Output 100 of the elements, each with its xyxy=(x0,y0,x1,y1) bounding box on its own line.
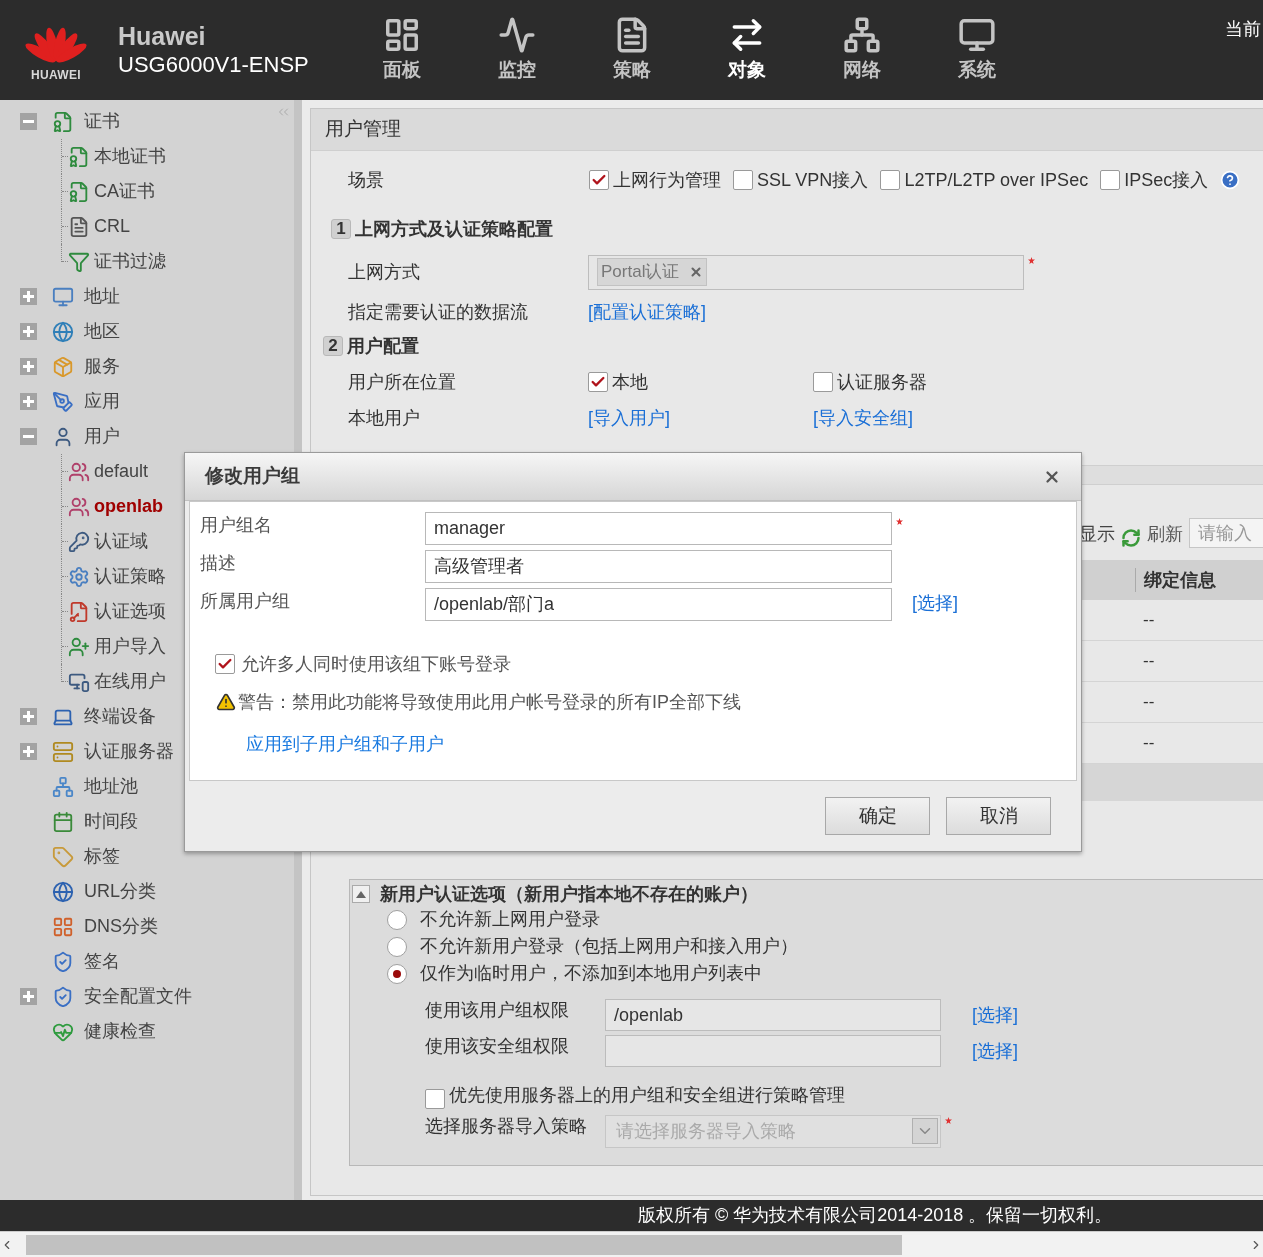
sidebar-item[interactable]: 证书过滤 xyxy=(94,248,166,275)
sidebar-item[interactable]: default xyxy=(94,458,149,485)
certificate-icon xyxy=(52,110,74,133)
checkbox[interactable] xyxy=(588,372,608,392)
expand-icon[interactable] xyxy=(20,988,37,1005)
key-icon xyxy=(68,530,90,553)
sidebar-item[interactable]: 终端设备 xyxy=(84,703,156,730)
field-label: 用户组名 xyxy=(199,514,273,537)
globe-icon xyxy=(52,320,74,343)
horizontal-scrollbar[interactable] xyxy=(0,1231,1263,1257)
corner-label: 当前 xyxy=(1225,18,1261,41)
sidebar-item[interactable]: 用户导入 xyxy=(94,633,166,660)
apply-link[interactable]: 应用到子用户组和子用户 xyxy=(246,730,444,758)
sidebar-item[interactable]: 服务 xyxy=(84,353,120,380)
sidebar-item[interactable]: 标签 xyxy=(84,843,120,870)
refresh-icon xyxy=(1121,528,1141,548)
sidebar-item[interactable]: 本地证书 xyxy=(94,143,166,170)
sidebar-item[interactable]: 签名 xyxy=(84,948,120,975)
collapse-icon[interactable] xyxy=(20,113,37,130)
users-icon xyxy=(68,460,90,483)
field-label: 选择服务器导入策略 xyxy=(424,1115,588,1138)
collapse-icon[interactable] xyxy=(20,428,37,445)
radio-button[interactable] xyxy=(387,936,407,957)
checkbox[interactable] xyxy=(215,654,235,674)
sidebar-item[interactable]: 认证选项 xyxy=(94,598,166,625)
sidebar-item[interactable]: CRL xyxy=(94,213,130,240)
sidebar-item[interactable]: 认证域 xyxy=(94,528,148,555)
expand-icon[interactable] xyxy=(20,393,37,410)
sidebar-item[interactable]: 安全配置文件 xyxy=(84,983,192,1010)
link[interactable]: [选择] xyxy=(972,1040,1018,1061)
sidebar-item[interactable]: openlab xyxy=(94,493,163,520)
shield-icon xyxy=(52,985,74,1008)
checkbox-label: L2TP/L2TP over IPSec xyxy=(904,168,1089,192)
text-field[interactable]: /openlab xyxy=(605,999,941,1031)
nav-tab[interactable]: 系统 xyxy=(919,0,1034,100)
expand-icon[interactable] xyxy=(20,358,37,375)
sidebar-item[interactable]: 用户 xyxy=(84,423,120,450)
text-field[interactable]: /openlab/部门a xyxy=(425,588,892,621)
field-label: 场景 xyxy=(347,168,385,192)
field-label: 所属用户组 xyxy=(199,590,291,613)
sidebar-item[interactable]: CA证书 xyxy=(94,178,155,205)
sidebar-item[interactable]: 地址池 xyxy=(84,773,138,800)
sidebar-item[interactable]: 地址 xyxy=(84,283,120,310)
radio-button[interactable] xyxy=(387,963,407,984)
warning-icon xyxy=(216,692,236,712)
dialog-button[interactable]: 取消 xyxy=(946,797,1051,835)
link[interactable]: [选择] xyxy=(972,1004,1018,1025)
field-label: 使用该安全组权限 xyxy=(424,1035,570,1058)
refresh-button[interactable]: 刷新 xyxy=(1147,521,1183,548)
dialog-button[interactable]: 确定 xyxy=(825,797,930,835)
link[interactable]: [导入用户] xyxy=(588,407,670,428)
nav-tab[interactable]: 网络 xyxy=(804,0,919,100)
link[interactable]: [选择] xyxy=(912,593,958,613)
sidebar-item[interactable]: 地区 xyxy=(84,318,120,345)
device-model: USG6000V1-ENSP xyxy=(118,51,310,79)
step-number: 1 xyxy=(331,219,351,239)
shield-icon xyxy=(52,950,74,973)
expand-icon[interactable] xyxy=(20,323,37,340)
link[interactable]: [配置认证策略] xyxy=(588,298,706,326)
sidebar-item[interactable]: 证书 xyxy=(84,108,120,135)
sidebar-item[interactable]: 认证服务器 xyxy=(84,738,174,765)
sidebar-item[interactable]: DNS分类 xyxy=(84,913,158,940)
nav-tab[interactable]: 监控 xyxy=(459,0,574,100)
checkbox[interactable] xyxy=(733,170,753,190)
checkbox[interactable] xyxy=(880,170,901,190)
nav-tab[interactable]: 策略 xyxy=(574,0,689,100)
text-field[interactable]: manager xyxy=(425,512,892,545)
checkbox[interactable] xyxy=(589,170,609,190)
checkbox[interactable] xyxy=(425,1089,445,1109)
help-icon xyxy=(1220,170,1241,190)
calendar-icon xyxy=(52,810,74,833)
expand-icon[interactable] xyxy=(20,743,37,760)
field-label: 上网方式 xyxy=(347,260,421,284)
expand-icon[interactable] xyxy=(20,708,37,725)
radio-label: 不允许新上网用户登录 xyxy=(420,908,600,931)
nav-tab[interactable]: 面板 xyxy=(344,0,459,100)
collapse-button[interactable] xyxy=(352,885,370,903)
checkbox-label: SSL VPN接入 xyxy=(757,168,869,192)
tag: Portal认证 xyxy=(597,258,708,286)
document-icon xyxy=(68,215,90,238)
expand-icon[interactable] xyxy=(20,288,37,305)
sidebar-item[interactable]: 应用 xyxy=(84,388,120,415)
checkbox[interactable] xyxy=(813,372,833,392)
sidebar-item[interactable]: 时间段 xyxy=(84,808,138,835)
sidebar-item[interactable]: 认证策略 xyxy=(94,563,166,590)
sidebar-item[interactable]: 在线用户 xyxy=(94,668,166,695)
nav-tab[interactable]: 对象 xyxy=(689,0,804,100)
grid-icon xyxy=(52,915,74,938)
scroll-thumb[interactable] xyxy=(26,1234,902,1255)
text-field[interactable] xyxy=(605,1035,941,1067)
user-import-icon xyxy=(68,635,90,658)
sidebar-item[interactable]: 健康检查 xyxy=(84,1018,156,1045)
checkbox-label: 允许多人同时使用该组下账号登录 xyxy=(241,652,511,676)
sidebar-item[interactable]: URL分类 xyxy=(84,878,156,905)
table-cell-text: -- xyxy=(1143,691,1155,714)
text-field[interactable]: 高级管理者 xyxy=(425,550,892,583)
checkbox-label: 认证服务器 xyxy=(837,370,927,394)
radio-button[interactable] xyxy=(387,909,407,930)
checkbox[interactable] xyxy=(1100,170,1121,190)
link[interactable]: [导入安全组] xyxy=(813,407,913,428)
